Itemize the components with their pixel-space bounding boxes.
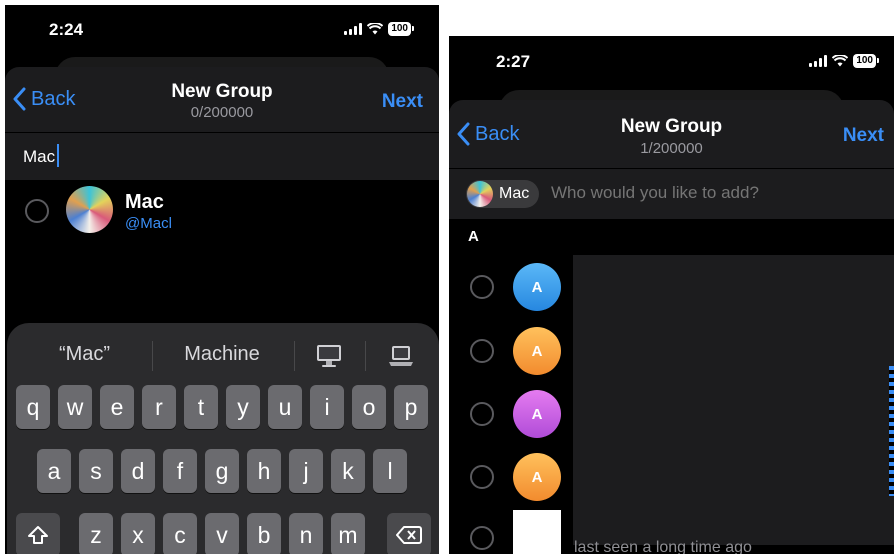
contact-username: @Macl xyxy=(125,215,172,232)
key-i[interactable]: i xyxy=(310,385,344,429)
search-result-row[interactable]: Mac @Macl xyxy=(5,181,439,241)
suggestion-1[interactable]: “Mac” xyxy=(37,343,132,371)
redacted-avatar xyxy=(513,510,561,554)
status-bar: 2:27 100 xyxy=(449,36,894,86)
contact-avatar: A xyxy=(513,453,561,501)
search-input-value: Mac xyxy=(23,147,56,166)
redacted-area xyxy=(573,255,894,545)
contact-avatar: A xyxy=(513,263,561,311)
key-g[interactable]: g xyxy=(205,449,239,493)
key-d[interactable]: d xyxy=(121,449,155,493)
key-h[interactable]: h xyxy=(247,449,281,493)
signal-icon xyxy=(344,23,363,35)
search-field[interactable]: Mac xyxy=(5,133,439,180)
key-u[interactable]: u xyxy=(268,385,302,429)
key-n[interactable]: n xyxy=(289,513,323,554)
avatar xyxy=(66,186,113,233)
member-count: 0/200000 xyxy=(190,104,254,121)
signal-icon xyxy=(809,55,828,67)
next-button[interactable]: Next xyxy=(843,125,884,147)
search-input[interactable] xyxy=(549,182,883,204)
key-t[interactable]: t xyxy=(184,385,218,429)
status-time: 2:24 xyxy=(49,20,84,39)
contact-list: A A A A xyxy=(449,256,573,554)
key-a[interactable]: a xyxy=(37,449,71,493)
section-letter: A xyxy=(468,228,479,245)
key-y[interactable]: y xyxy=(226,385,260,429)
suggestion-2[interactable]: Machine xyxy=(167,343,277,371)
chip-avatar xyxy=(467,181,493,207)
divider xyxy=(365,341,366,371)
key-k[interactable]: k xyxy=(331,449,365,493)
select-circle[interactable] xyxy=(470,402,494,426)
battery-icon: 100 xyxy=(853,54,879,68)
laptop-icon[interactable] xyxy=(387,343,415,369)
select-circle[interactable] xyxy=(470,275,494,299)
contact-avatar: A xyxy=(513,327,561,375)
key-q[interactable]: q xyxy=(16,385,50,429)
nav-bar: Back New Group 1/200000 Next xyxy=(449,100,894,168)
section-header: A xyxy=(449,220,894,254)
select-circle[interactable] xyxy=(470,465,494,489)
delete-key[interactable] xyxy=(387,513,431,554)
contact-name: Mac xyxy=(125,191,164,213)
selected-members-bar: Mac xyxy=(449,169,894,219)
key-c[interactable]: c xyxy=(163,513,197,554)
nav-bar: Back New Group 0/200000 Next xyxy=(5,67,439,132)
shift-key[interactable] xyxy=(16,513,60,554)
member-chip[interactable]: Mac xyxy=(466,180,540,208)
key-o[interactable]: o xyxy=(352,385,386,429)
wifi-icon xyxy=(832,55,849,67)
status-time: 2:27 xyxy=(496,52,531,71)
battery-icon: 100 xyxy=(388,22,414,36)
text-cursor xyxy=(57,144,59,167)
backspace-icon xyxy=(396,526,422,544)
divider xyxy=(152,341,153,371)
key-s[interactable]: s xyxy=(79,449,113,493)
contact-avatar: A xyxy=(513,390,561,438)
select-circle[interactable] xyxy=(470,339,494,363)
key-v[interactable]: v xyxy=(205,513,239,554)
key-l[interactable]: l xyxy=(373,449,407,493)
key-z[interactable]: z xyxy=(79,513,113,554)
chip-label: Mac xyxy=(499,185,530,202)
scroll-index[interactable] xyxy=(889,366,894,496)
page-title: New Group xyxy=(620,116,723,137)
select-circle[interactable] xyxy=(470,526,494,550)
key-x[interactable]: x xyxy=(121,513,155,554)
key-f[interactable]: f xyxy=(163,449,197,493)
keyboard: “Mac” Machine q w e r t y u i o p a s d … xyxy=(7,323,439,554)
key-p[interactable]: p xyxy=(394,385,428,429)
divider xyxy=(294,341,295,371)
select-circle[interactable] xyxy=(25,199,49,223)
desktop-computer-icon[interactable] xyxy=(315,343,343,369)
page-title: New Group xyxy=(171,81,273,102)
key-b[interactable]: b xyxy=(247,513,281,554)
key-j[interactable]: j xyxy=(289,449,323,493)
left-screenshot: 2:24 100 Back New Group 0/200000 Next Ma… xyxy=(5,5,439,554)
key-m[interactable]: m xyxy=(331,513,365,554)
next-button[interactable]: Next xyxy=(382,91,423,113)
shift-icon xyxy=(28,526,48,544)
right-screenshot: 2:27 100 Back New Group 1/200000 Next Ma… xyxy=(449,36,894,554)
key-r[interactable]: r xyxy=(142,385,176,429)
last-seen-status: last seen a long time ago xyxy=(574,539,752,554)
wifi-icon xyxy=(367,23,384,35)
key-w[interactable]: w xyxy=(58,385,92,429)
member-count: 1/200000 xyxy=(640,140,703,157)
status-bar: 2:24 100 xyxy=(5,5,439,55)
key-e[interactable]: e xyxy=(100,385,134,429)
